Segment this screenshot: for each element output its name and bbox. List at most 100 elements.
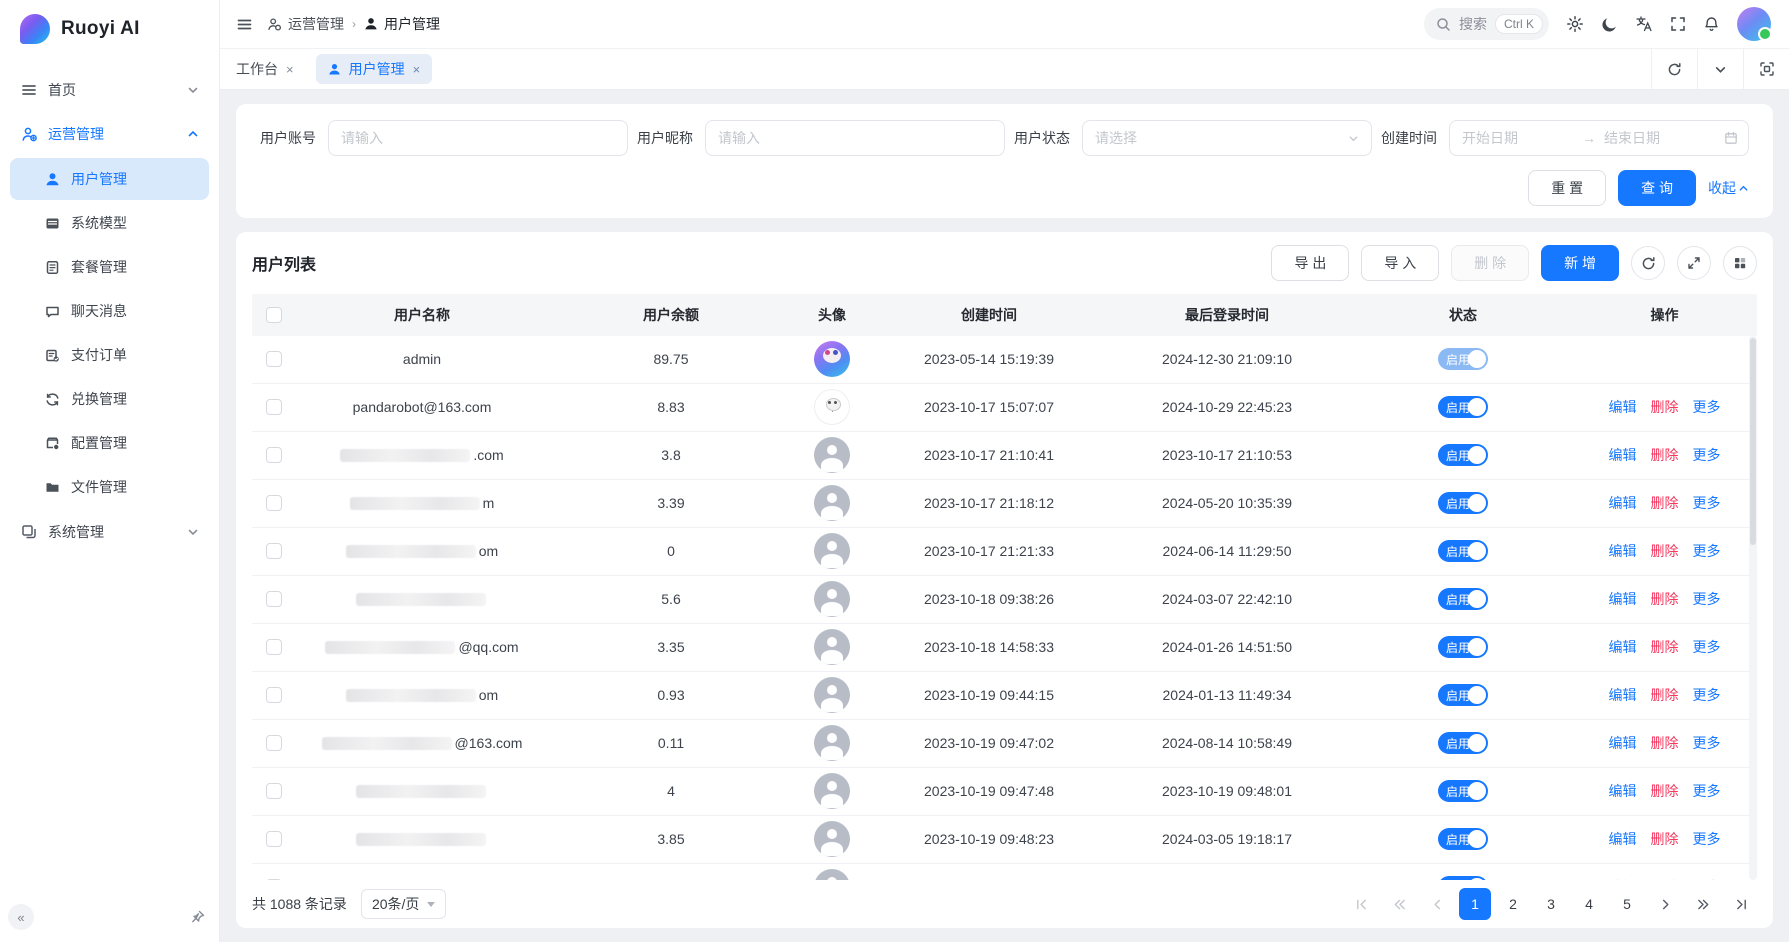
page-button-2[interactable]: 2 xyxy=(1497,888,1529,920)
edit-link[interactable]: 编辑 xyxy=(1609,589,1637,609)
status-toggle[interactable]: 启用 xyxy=(1438,588,1488,610)
status-toggle[interactable]: 启用 xyxy=(1438,492,1488,514)
search-button[interactable]: 查 询 xyxy=(1618,170,1696,206)
page-button-3[interactable]: 3 xyxy=(1535,888,1567,920)
page-button-1[interactable]: 1 xyxy=(1459,888,1491,920)
row-checkbox[interactable] xyxy=(266,687,282,703)
sidebar-item-redeem-management[interactable]: 兑换管理 xyxy=(10,378,209,420)
collapse-filters-link[interactable]: 收起 xyxy=(1708,178,1749,198)
edit-link[interactable]: 编辑 xyxy=(1609,781,1637,801)
delete-link[interactable]: 删除 xyxy=(1651,541,1679,561)
edit-link[interactable]: 编辑 xyxy=(1609,829,1637,849)
delete-link[interactable]: 删除 xyxy=(1651,829,1679,849)
refresh-icon[interactable] xyxy=(1651,49,1697,89)
add-button[interactable]: 新 增 xyxy=(1541,245,1619,281)
global-search[interactable]: 搜索 Ctrl K xyxy=(1424,8,1549,40)
tab-user-management[interactable]: 用户管理 × xyxy=(316,54,433,84)
date-range-picker[interactable]: 开始日期 → 结束日期 xyxy=(1449,120,1749,156)
notifications-icon[interactable] xyxy=(1703,16,1720,33)
more-link[interactable]: 更多 xyxy=(1693,781,1721,801)
more-link[interactable]: 更多 xyxy=(1693,685,1721,705)
status-toggle[interactable]: 启用 xyxy=(1438,348,1488,370)
content-fullscreen-icon[interactable] xyxy=(1743,49,1789,89)
more-link[interactable]: 更多 xyxy=(1693,445,1721,465)
row-checkbox[interactable] xyxy=(266,495,282,511)
reset-button[interactable]: 重 置 xyxy=(1528,170,1606,206)
row-checkbox[interactable] xyxy=(266,351,282,367)
page-size-select[interactable]: 20条/页 xyxy=(361,889,446,919)
sidebar-item-package-management[interactable]: 套餐管理 xyxy=(10,246,209,288)
edit-link[interactable]: 编辑 xyxy=(1609,733,1637,753)
sidebar-item-system[interactable]: 系统管理 xyxy=(10,510,209,554)
delete-button[interactable]: 删 除 xyxy=(1451,245,1529,281)
sidebar-item-home[interactable]: 首页 xyxy=(10,68,209,112)
status-toggle[interactable]: 启用 xyxy=(1438,828,1488,850)
sidebar-item-user-management[interactable]: 用户管理 xyxy=(10,158,209,200)
sidebar-item-operations[interactable]: 运营管理 xyxy=(10,112,209,156)
dark-mode-icon[interactable] xyxy=(1601,16,1618,33)
delete-link[interactable]: 删除 xyxy=(1651,637,1679,657)
close-icon[interactable]: × xyxy=(413,62,421,77)
row-checkbox[interactable] xyxy=(266,399,282,415)
pin-icon[interactable] xyxy=(191,910,205,924)
nickname-input[interactable] xyxy=(705,120,1005,156)
edit-link[interactable]: 编辑 xyxy=(1609,445,1637,465)
page-button-4[interactable]: 4 xyxy=(1573,888,1605,920)
delete-link[interactable]: 删除 xyxy=(1651,877,1679,880)
delete-link[interactable]: 删除 xyxy=(1651,781,1679,801)
sidebar-collapse-button[interactable]: « xyxy=(8,904,34,930)
more-link[interactable]: 更多 xyxy=(1693,589,1721,609)
breadcrumb-parent[interactable]: 运营管理 xyxy=(267,14,344,34)
sidebar-item-file-management[interactable]: 文件管理 xyxy=(10,466,209,508)
edit-link[interactable]: 编辑 xyxy=(1609,397,1637,417)
previous-page-button[interactable] xyxy=(1421,888,1453,920)
sidebar-item-system-model[interactable]: 系统模型 xyxy=(10,202,209,244)
status-select[interactable]: 请选择 xyxy=(1082,120,1372,156)
more-link[interactable]: 更多 xyxy=(1693,637,1721,657)
status-toggle[interactable]: 启用 xyxy=(1438,636,1488,658)
row-checkbox[interactable] xyxy=(266,831,282,847)
delete-link[interactable]: 删除 xyxy=(1651,445,1679,465)
status-toggle[interactable]: 启用 xyxy=(1438,540,1488,562)
edit-link[interactable]: 编辑 xyxy=(1609,685,1637,705)
edit-link[interactable]: 编辑 xyxy=(1609,541,1637,561)
edit-link[interactable]: 编辑 xyxy=(1609,877,1637,880)
sidebar-item-config-management[interactable]: 配置管理 xyxy=(10,422,209,464)
edit-link[interactable]: 编辑 xyxy=(1609,493,1637,513)
table-fullscreen-icon[interactable] xyxy=(1677,246,1711,280)
export-button[interactable]: 导 出 xyxy=(1271,245,1349,281)
row-checkbox[interactable] xyxy=(266,783,282,799)
row-checkbox[interactable] xyxy=(266,735,282,751)
user-avatar[interactable] xyxy=(1737,7,1771,41)
language-icon[interactable] xyxy=(1635,15,1653,33)
status-toggle[interactable]: 启用 xyxy=(1438,396,1488,418)
delete-link[interactable]: 删除 xyxy=(1651,493,1679,513)
first-page-button[interactable] xyxy=(1345,888,1377,920)
delete-link[interactable]: 删除 xyxy=(1651,733,1679,753)
more-link[interactable]: 更多 xyxy=(1693,877,1721,880)
row-checkbox[interactable] xyxy=(266,879,282,880)
sidebar-item-chat-messages[interactable]: 聊天消息 xyxy=(10,290,209,332)
delete-link[interactable]: 删除 xyxy=(1651,589,1679,609)
more-link[interactable]: 更多 xyxy=(1693,829,1721,849)
sidebar-item-payment-orders[interactable]: 支付订单 xyxy=(10,334,209,376)
page-button-5[interactable]: 5 xyxy=(1611,888,1643,920)
column-settings-icon[interactable] xyxy=(1723,246,1757,280)
row-checkbox[interactable] xyxy=(266,543,282,559)
chevron-down-icon[interactable] xyxy=(1697,49,1743,89)
account-input[interactable] xyxy=(328,120,628,156)
breadcrumb-current[interactable]: 用户管理 xyxy=(364,14,440,34)
delete-link[interactable]: 删除 xyxy=(1651,397,1679,417)
delete-link[interactable]: 删除 xyxy=(1651,685,1679,705)
fullscreen-icon[interactable] xyxy=(1670,16,1686,32)
refresh-icon[interactable] xyxy=(1631,246,1665,280)
status-toggle[interactable]: 启用 xyxy=(1438,876,1488,880)
select-all-checkbox[interactable] xyxy=(266,307,282,323)
status-toggle[interactable]: 启用 xyxy=(1438,732,1488,754)
next-page-button[interactable] xyxy=(1649,888,1681,920)
forward-five-pages-button[interactable] xyxy=(1687,888,1719,920)
tab-workbench[interactable]: 工作台 × xyxy=(220,49,310,89)
status-toggle[interactable]: 启用 xyxy=(1438,684,1488,706)
table-scrollbar[interactable] xyxy=(1749,336,1757,880)
status-toggle[interactable]: 启用 xyxy=(1438,444,1488,466)
